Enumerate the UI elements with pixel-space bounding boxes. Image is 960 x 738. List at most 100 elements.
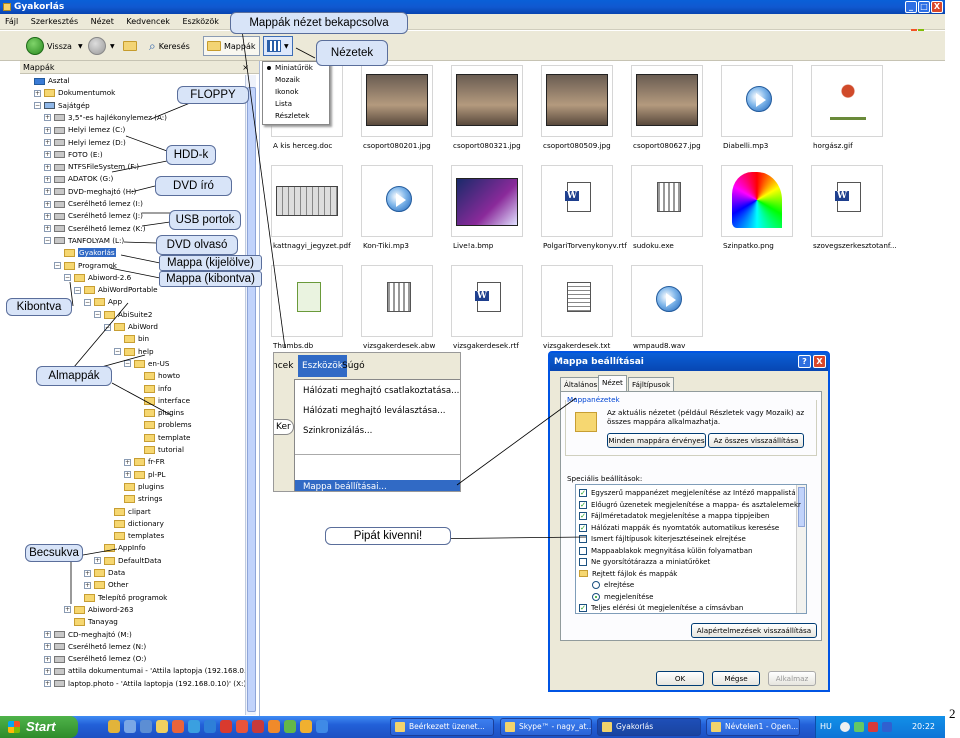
expand-icon[interactable]: + <box>44 212 51 220</box>
advanced-setting[interactable]: ✓ Hálózati mappák és nyomtatók automatiku… <box>579 523 779 533</box>
collapse-icon[interactable]: − <box>74 286 81 294</box>
minimize-button[interactable]: _ <box>905 1 917 13</box>
tree-node[interactable]: plugins <box>134 407 184 418</box>
expand-icon[interactable]: + <box>44 175 51 183</box>
checkbox[interactable] <box>579 535 587 543</box>
tree-node[interactable]: + Data <box>84 567 125 578</box>
checkbox[interactable]: ✓ <box>579 604 587 612</box>
advanced-setting[interactable]: Ne gyorsítótárazza a miniatűröket <box>579 557 710 567</box>
tree-node[interactable]: + Other <box>84 579 128 590</box>
tree-node[interactable]: + ADATOK (G:) <box>44 173 113 184</box>
tree-node[interactable]: + attila dokumentumai - 'Attila laptopja … <box>44 665 248 676</box>
expand-icon[interactable]: + <box>44 225 51 233</box>
file-thumbnail[interactable] <box>451 165 523 237</box>
quicklaunch-icon[interactable] <box>300 720 312 733</box>
forward-button[interactable]: ▼ <box>88 36 115 56</box>
quicklaunch-icon[interactable] <box>316 720 328 733</box>
expand-icon[interactable]: + <box>44 126 51 134</box>
tree-node[interactable]: info <box>134 383 171 394</box>
tree-node[interactable]: Tanayag <box>64 616 118 627</box>
tree-node[interactable]: + Abiword-263 <box>64 604 133 615</box>
tree-node[interactable]: howto <box>134 370 180 381</box>
tree-scrollbar[interactable] <box>245 75 256 715</box>
apply-button[interactable]: Alkalmaz <box>768 671 816 686</box>
menu-item-folder-options[interactable]: Mappa beállításai... <box>295 480 460 491</box>
folders-pane-close-button[interactable]: × <box>242 61 249 74</box>
quicklaunch-icon[interactable] <box>172 720 184 733</box>
file-thumbnail[interactable] <box>271 165 343 237</box>
tree-node[interactable]: − en-US <box>124 358 169 369</box>
menu-item-map-network-drive[interactable]: Hálózati meghajtó csatlakoztatása... <box>303 386 459 396</box>
expand-icon[interactable]: + <box>64 606 71 614</box>
quicklaunch-icon[interactable] <box>236 720 248 733</box>
collapse-icon[interactable]: − <box>44 237 51 245</box>
view-option[interactable]: Lista <box>263 98 329 110</box>
tree-node[interactable]: dictionary <box>104 518 164 529</box>
file-thumbnail[interactable] <box>541 265 613 337</box>
expand-icon[interactable]: + <box>44 188 51 196</box>
expand-icon[interactable]: + <box>44 163 51 171</box>
tree-node[interactable]: + NTFSFileSystem (F:) <box>44 161 139 172</box>
tree-node[interactable]: + Cserélhető lemez (K:) <box>44 223 146 234</box>
advanced-setting[interactable]: ✓ Fájlméretadatok megjelenítése a mappa t… <box>579 511 769 521</box>
checkbox[interactable]: ✓ <box>579 512 587 520</box>
collapse-icon[interactable]: − <box>64 274 71 282</box>
tray-icon[interactable] <box>854 722 864 732</box>
advanced-setting[interactable]: ✓ Egyszerű mappanézet megjelenítése az In… <box>579 488 796 498</box>
checkbox[interactable] <box>579 558 587 566</box>
file-thumbnail[interactable]: W <box>811 165 883 237</box>
checkbox[interactable]: ✓ <box>579 523 587 532</box>
view-option[interactable]: Ikonok <box>263 86 329 98</box>
file-thumbnail[interactable] <box>631 65 703 137</box>
checkbox[interactable]: ✓ <box>579 489 587 497</box>
dialog-close-button[interactable]: X <box>813 355 826 368</box>
tree-node[interactable]: templates <box>104 530 164 541</box>
taskbar-button[interactable]: Névtelen1 - Open... <box>706 718 800 736</box>
tree-node[interactable]: + Dokumentumok <box>34 87 115 98</box>
tree-node[interactable]: +3,5"-es hajlékonylemez (A:) <box>44 112 167 123</box>
tree-node[interactable]: + laptop.photo - 'Attila laptopja (192.16… <box>44 678 246 689</box>
tree-node[interactable]: − AbiWordPortable <box>74 284 158 295</box>
expand-icon[interactable]: + <box>44 114 51 122</box>
advanced-setting[interactable]: Ismert fájltípusok kiterjesztéseinek elr… <box>579 534 746 544</box>
tree-node[interactable]: + Helyi lemez (D:) <box>44 137 126 148</box>
menu-item-synchronize[interactable]: Szinkronizálás... <box>303 426 372 436</box>
tree-node[interactable]: Gyakorlás <box>54 247 116 258</box>
menu-tools[interactable]: Eszközök <box>182 17 218 26</box>
taskbar-button[interactable]: Gyakorlás <box>597 718 701 736</box>
view-option[interactable]: Részletek <box>263 110 329 122</box>
quicklaunch-icon[interactable] <box>156 720 168 733</box>
search-button[interactable]: ⌕ Keresés <box>149 36 190 56</box>
checkbox[interactable]: ✓ <box>579 500 587 509</box>
expand-icon[interactable]: + <box>44 643 51 651</box>
tree-node[interactable]: AppInfo <box>94 542 146 553</box>
expand-icon[interactable]: + <box>124 458 131 466</box>
quicklaunch-icon[interactable] <box>140 720 152 733</box>
collapse-icon[interactable]: − <box>94 311 101 319</box>
taskbar-button[interactable]: Beérkezett üzenet... <box>390 718 494 736</box>
tree-node[interactable]: tutorial <box>134 444 184 455</box>
scrollbar-thumb[interactable] <box>247 87 256 712</box>
tree-node[interactable]: − Programok <box>54 260 117 271</box>
quicklaunch-icon[interactable] <box>268 720 280 733</box>
menu-view[interactable]: Nézet <box>91 17 114 26</box>
close-button[interactable]: X <box>931 1 943 13</box>
maximize-button[interactable]: □ <box>918 1 930 13</box>
file-thumbnail[interactable] <box>721 65 793 137</box>
expand-icon[interactable]: + <box>124 471 131 479</box>
expand-icon[interactable]: + <box>44 667 51 675</box>
radio-button[interactable] <box>592 581 600 589</box>
quicklaunch-icon[interactable] <box>188 720 200 733</box>
expand-icon[interactable]: + <box>94 557 101 565</box>
file-thumbnail[interactable] <box>451 65 523 137</box>
quicklaunch-icon[interactable] <box>220 720 232 733</box>
tree-node[interactable]: + fr-FR <box>124 456 165 467</box>
inset-menu-tools[interactable]: Eszközök <box>298 355 347 377</box>
tree-node[interactable]: + Cserélhető lemez (I:) <box>44 198 143 209</box>
advanced-setting[interactable]: ✓ Előugró üzenetek megjelenítése a mappa-… <box>579 500 801 510</box>
tree-node[interactable]: strings <box>114 493 162 504</box>
expand-icon[interactable]: + <box>84 581 91 589</box>
quicklaunch-icon[interactable] <box>252 720 264 733</box>
advanced-setting[interactable]: ✓ Teljes elérési út megjelenítése a címsá… <box>579 603 743 613</box>
quicklaunch-icon[interactable] <box>204 720 216 733</box>
